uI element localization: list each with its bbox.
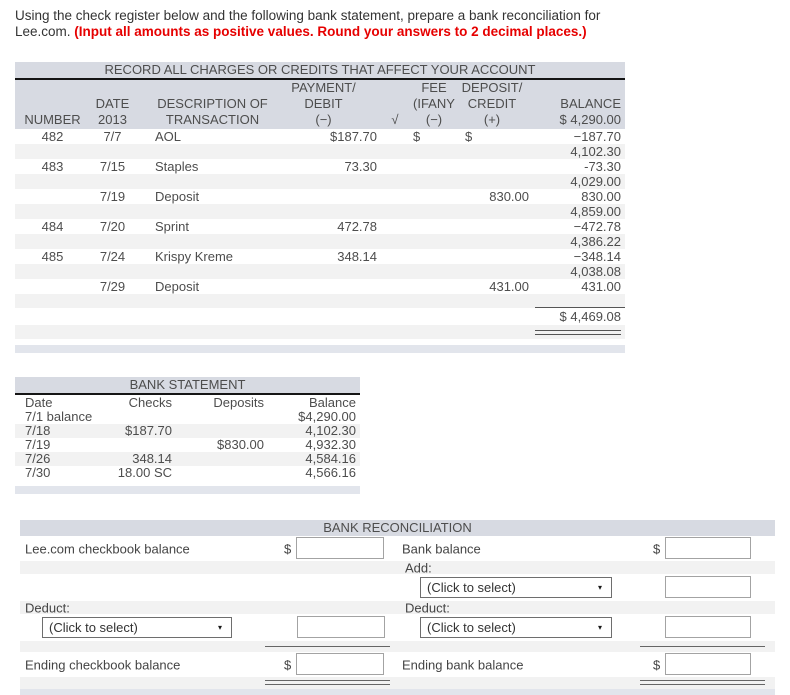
bank-add-select[interactable]: (Click to select) ▾	[420, 577, 612, 598]
checkbook-deduct-amount-input[interactable]	[297, 616, 385, 638]
dollar-sign: $	[284, 541, 292, 556]
ending-balance-row: Ending checkbook balance $ Ending bank b…	[20, 652, 775, 677]
ending-checkbook-balance-input[interactable]	[296, 653, 384, 675]
running-balance-row: 4,859.00	[15, 204, 625, 219]
col-header-date: DATE 2013	[90, 79, 135, 129]
reconciliation-footer-bar	[20, 689, 775, 695]
reconciliation-title: BANK RECONCILIATION	[20, 520, 775, 536]
subtotal-rule	[640, 646, 765, 647]
checkbook-deduct-select[interactable]: (Click to select) ▾	[42, 617, 232, 638]
register-row: 7/29 Deposit 431.00 431.00	[99, 279, 621, 294]
register-title: RECORD ALL CHARGES OR CREDITS THAT AFFEC…	[15, 62, 625, 80]
subtotal-rule-row	[20, 641, 775, 652]
deduct-row: Deduct: Deduct:	[20, 600, 775, 615]
instructions-line1: Using the check register below and the f…	[15, 8, 601, 23]
bank-statement-title-row: BANK STATEMENT	[15, 377, 360, 395]
double-rule	[640, 680, 765, 685]
add-row: Add:	[20, 560, 775, 575]
bank-add-amount-input[interactable]	[665, 576, 751, 598]
ending-checkbook-balance-label: Ending checkbook balance	[25, 657, 181, 672]
checkbook-deduct-label: Deduct:	[25, 600, 70, 615]
dollar-sign: $	[653, 541, 661, 556]
col-header-checks: Checks	[128, 394, 172, 410]
col-header-payment: PAYMENT/DEBIT (−)	[270, 79, 385, 129]
ending-bank-balance-input[interactable]	[665, 653, 751, 675]
dropdown-arrow-icon: ▾	[217, 622, 222, 632]
register-row: 484 7/20 Sprint 472.78 −472.78	[41, 219, 621, 234]
double-rule	[535, 329, 621, 335]
statement-row: 7/19 $830.00 4,932.30	[25, 438, 356, 452]
register-row: 7/19 Deposit 830.00 830.00	[99, 189, 621, 204]
bank-balance-input[interactable]	[665, 537, 751, 559]
instructions-warning: (Input all amounts as positive values. R…	[74, 24, 587, 39]
running-balance-row: 4,029.00	[15, 174, 625, 189]
col-header-deposits: Deposits	[213, 394, 264, 410]
ending-bank-balance-label: Ending bank balance	[402, 657, 524, 672]
running-balance-row: 4,102.30	[15, 144, 625, 159]
bank-balance-label: Bank balance	[402, 541, 481, 556]
col-header-balance: BALANCE $ 4,290.00	[535, 79, 625, 129]
register-footer-bar	[15, 345, 625, 353]
double-rule-row	[15, 325, 625, 339]
statement-row: 7/30 18.00 SC 4,566.16	[25, 466, 356, 480]
register-row: 485 7/24 Krispy Kreme 348.14 −348.14	[41, 249, 621, 264]
bank-statement-footer-bar	[15, 486, 360, 494]
total-rule-row	[15, 294, 625, 308]
col-header-checkmark: √	[385, 79, 405, 129]
register-total: $ 4,469.08	[559, 309, 621, 324]
check-register-table: RECORD ALL CHARGES OR CREDITS THAT AFFEC…	[15, 62, 625, 353]
bank-deduct-select[interactable]: (Click to select) ▾	[420, 617, 612, 638]
dollar-sign: $	[653, 657, 661, 672]
col-header-description: DESCRIPTION OF TRANSACTION	[135, 79, 270, 129]
checkbook-balance-label: Lee.com checkbook balance	[25, 541, 190, 556]
final-rule-row	[20, 677, 775, 689]
col-header-balance: Balance	[309, 394, 356, 410]
register-row: 483 7/15 Staples 73.30 -73.30	[41, 159, 621, 174]
statement-row: 7/18 $187.70 4,102.30	[15, 424, 360, 438]
running-balance-row: 4,386.22	[15, 234, 625, 249]
dropdown-arrow-icon: ▾	[597, 582, 602, 592]
col-header-date: Date	[25, 394, 53, 410]
dropdown-arrow-icon: ▾	[597, 622, 602, 632]
bank-statement-title: BANK STATEMENT	[15, 377, 360, 395]
bank-deduct-label: Deduct:	[405, 600, 450, 615]
bank-deduct-amount-input[interactable]	[665, 616, 751, 638]
instructions: Using the check register below and the f…	[15, 8, 765, 40]
double-rule	[265, 680, 390, 685]
bank-statement-header-row: Date Checks Deposits Balance	[15, 394, 360, 410]
subtotal-rule	[265, 646, 390, 647]
bank-add-select-row: (Click to select) ▾	[20, 574, 775, 601]
balance-row: Lee.com checkbook balance $ Bank balance…	[20, 536, 775, 561]
statement-row: 7/1 balance $4,290.00	[25, 410, 356, 424]
col-header-number: NUMBER	[15, 79, 90, 129]
register-title-row: RECORD ALL CHARGES OR CREDITS THAT AFFEC…	[15, 62, 625, 80]
checkbook-balance-input[interactable]	[296, 537, 384, 559]
dollar-sign: $	[284, 657, 292, 672]
deduct-select-row: (Click to select) ▾ (Click to select) ▾	[20, 614, 775, 641]
statement-row: 7/26 348.14 4,584.16	[15, 452, 360, 466]
bank-reconciliation-panel: BANK RECONCILIATION Lee.com checkbook ba…	[20, 520, 775, 695]
register-header-row: NUMBER DATE 2013 DESCRIPTION OF TRANSACTIO…	[15, 79, 625, 129]
register-row: 482 7/7 AOL $187.70 $ $ −187.70	[41, 129, 621, 144]
add-label: Add:	[405, 560, 432, 575]
col-header-deposit: DEPOSIT/CREDIT (+)	[455, 79, 535, 129]
instructions-line2: Lee.com.	[15, 24, 75, 39]
register-total-row: $ 4,469.08	[15, 308, 625, 326]
bank-statement-table: BANK STATEMENT Date Checks Deposits Bala…	[15, 377, 360, 494]
col-header-fee: FEE (IFANY) (−)	[405, 79, 455, 129]
running-balance-row: 4,038.08	[15, 264, 625, 279]
